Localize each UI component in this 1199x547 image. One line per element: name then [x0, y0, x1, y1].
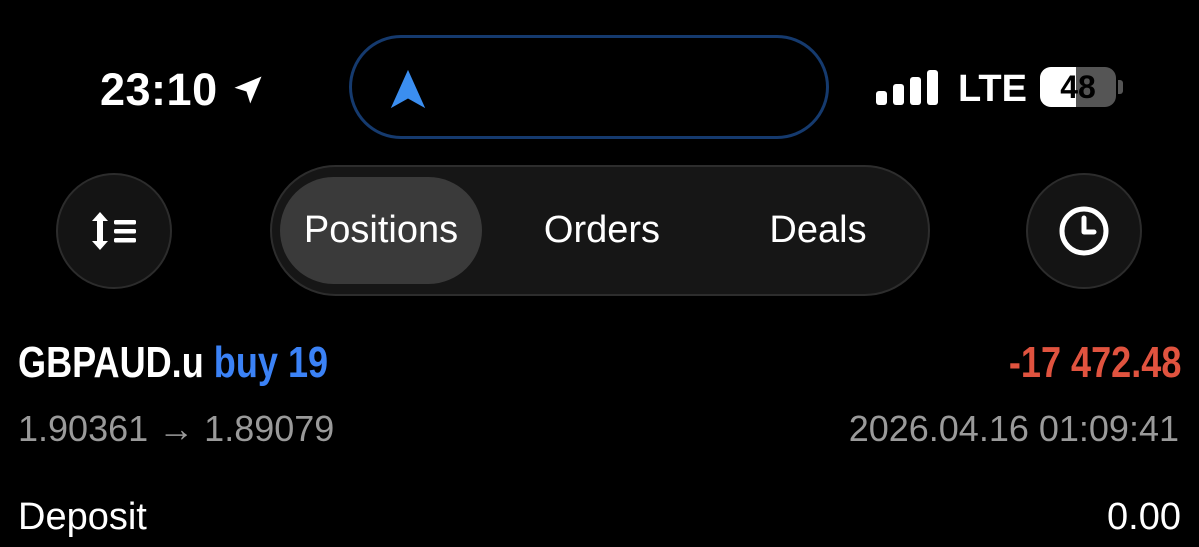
sort-icon: [92, 212, 136, 250]
battery-icon: 48: [1040, 67, 1123, 107]
history-button[interactable]: [1026, 173, 1142, 289]
arrow-right-icon: →: [158, 408, 195, 449]
dynamic-island[interactable]: [349, 35, 829, 139]
battery-level: 48: [1060, 68, 1096, 105]
position-datetime: 2026.04.16 01:09:41: [848, 408, 1179, 449]
position-side-volume: buy 19: [213, 338, 329, 387]
open-price: 1.90361: [18, 408, 149, 449]
navigation-arrow-icon: [390, 69, 426, 109]
tab-positions[interactable]: Positions: [280, 177, 482, 284]
tab-orders[interactable]: Orders: [482, 177, 722, 284]
time-label: 23:10: [100, 64, 218, 115]
status-time: 23:10: [100, 64, 266, 116]
clock-icon: [1059, 206, 1109, 256]
position-prices: 1.90361 → 1.89079: [18, 408, 334, 450]
location-arrow-icon: [234, 76, 262, 104]
position-symbol: GBPAUD.u: [18, 338, 204, 387]
position-profit: -17 472.48: [1008, 338, 1181, 387]
deposit-label: Deposit: [18, 496, 147, 538]
tab-bar: Positions Orders Deals: [270, 165, 930, 296]
deposit-value: 0.00: [1107, 496, 1181, 538]
network-type: LTE: [958, 68, 1027, 110]
sort-button[interactable]: [56, 173, 172, 289]
current-price: 1.89079: [204, 408, 335, 449]
signal-icon: [876, 70, 938, 105]
position-row[interactable]: GBPAUD.u buy 19: [18, 338, 328, 388]
tab-deals[interactable]: Deals: [722, 177, 914, 284]
